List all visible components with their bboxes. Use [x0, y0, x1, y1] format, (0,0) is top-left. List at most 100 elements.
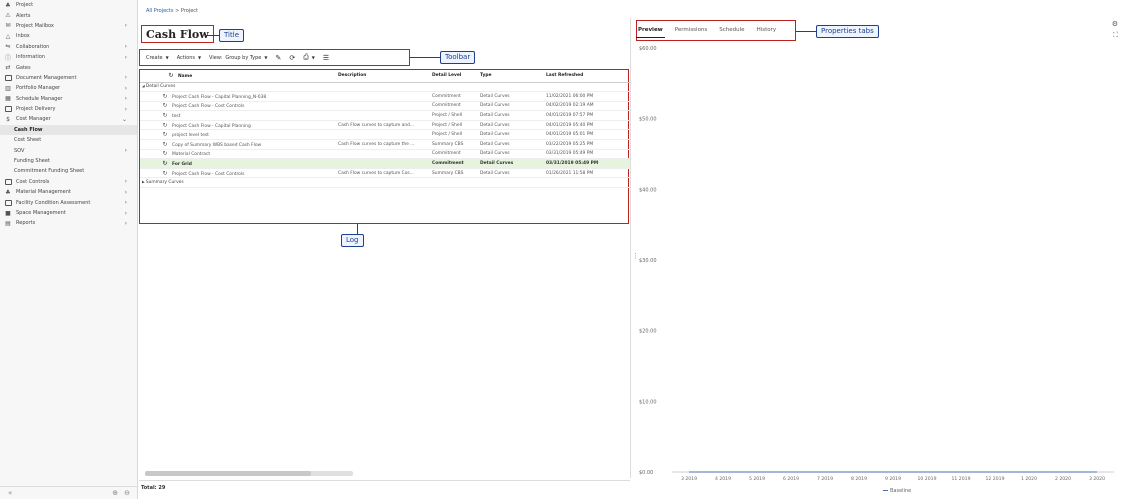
chevron-down-icon[interactable]: ⌄	[122, 116, 127, 123]
chevron-right-icon[interactable]: ›	[125, 54, 127, 61]
group-row-detail-curves[interactable]: ◢ Detail Curves	[140, 82, 630, 93]
row-select-cell[interactable]	[140, 168, 158, 179]
chevron-right-icon[interactable]: ›	[125, 189, 127, 196]
sidebar-item-project-mailbox[interactable]: ✉ Project Mailbox ›	[0, 21, 137, 31]
cell-name[interactable]: ↻ Project Cash Flow - Capital Planning_N-…	[158, 91, 336, 102]
tab-history[interactable]: History	[755, 23, 779, 37]
table-row[interactable]: ↻ Project Cash Flow - Cost Controls Commit…	[140, 101, 630, 112]
sidebar-item-reports[interactable]: ▤ Reports ›	[0, 218, 137, 228]
cell-name[interactable]: ↻ Project Cash Flow - Capital Planning	[158, 120, 336, 131]
sidebar-item-label: Information	[16, 54, 45, 61]
chevron-right-icon[interactable]: ›	[125, 106, 127, 113]
sidebar-item-sov[interactable]: SOV ›	[0, 145, 137, 155]
filter-list-icon[interactable]: ☰	[323, 54, 329, 62]
table-row[interactable]: ↻ For Grid Commitment Detail Curves 03/31/20…	[140, 158, 630, 169]
zoom-out-icon[interactable]: ⊖	[124, 489, 130, 497]
header-description[interactable]: Description	[336, 70, 430, 83]
sidebar-item-project[interactable]: ♣ Project	[0, 0, 137, 10]
scrollbar-thumb[interactable]	[145, 471, 312, 476]
sidebar-item-information[interactable]: ⓘ Information ›	[0, 52, 137, 62]
header-type[interactable]: Type	[478, 70, 544, 83]
view-selector[interactable]: View: Group by Type ▼	[209, 55, 267, 61]
chevron-right-icon[interactable]: ›	[125, 95, 127, 102]
sidebar-item-gates[interactable]: ⇄ Gates	[0, 62, 137, 72]
cell-name[interactable]: ↻ project level test	[158, 129, 336, 141]
chevron-right-icon[interactable]: ›	[125, 210, 127, 217]
sidebar-item-facility-condition-assessment[interactable]: Facility Condition Assessment ›	[0, 197, 137, 207]
edit-pencil-icon[interactable]: ✎	[275, 54, 281, 62]
cell-name[interactable]: ↻ Project Cash Flow - Cost Controls	[158, 101, 336, 112]
header-name[interactable]: ↻ Name	[158, 70, 336, 83]
toolbar: Create ▼ Actions ▼ View: Group by Type ▼…	[139, 49, 410, 66]
row-select-cell[interactable]	[140, 129, 158, 141]
chevron-right-icon[interactable]: ›	[125, 147, 127, 154]
cell-name[interactable]: ↻ Copy of Summary WBS based Cash Flow	[158, 139, 336, 150]
table-row[interactable]: ↻ Project Cash Flow - Cost Controls Cash F…	[140, 168, 630, 179]
chevron-right-icon[interactable]: ›	[125, 22, 127, 29]
row-select-cell[interactable]	[140, 149, 158, 160]
sidebar-item-portfolio-manager[interactable]: ▥ Portfolio Manager ›	[0, 83, 137, 93]
expand-icon[interactable]: ⛶	[1112, 31, 1118, 40]
row-select-cell[interactable]	[140, 158, 158, 169]
sidebar-item-funding-sheet[interactable]: Funding Sheet	[0, 156, 137, 166]
chevron-right-icon[interactable]: ›	[125, 74, 127, 81]
breadcrumb-all-projects[interactable]: All Projects	[146, 8, 174, 14]
table-row[interactable]: ↻ Project Cash Flow - Capital Planning Cas…	[140, 120, 630, 131]
refresh-icon[interactable]: ⟳	[289, 54, 295, 62]
row-select-cell[interactable]	[140, 139, 158, 150]
sidebar-item-cost-sheet[interactable]: Cost Sheet	[0, 135, 137, 145]
row-select-cell[interactable]	[140, 120, 158, 131]
row-select-cell[interactable]	[140, 91, 158, 102]
sidebar-item-material-management[interactable]: ♣ Material Management ›	[0, 187, 137, 197]
collapse-sidebar-icon[interactable]: «	[8, 489, 12, 497]
cell-name[interactable]: ↻ For Grid	[158, 158, 336, 169]
cell-name[interactable]: ↻ Material Contract	[158, 149, 336, 160]
sidebar-item-space-management[interactable]: ■ Space Management ›	[0, 208, 137, 218]
cell-name[interactable]: ↻ test	[158, 110, 336, 121]
create-menu-button[interactable]: Create ▼	[146, 55, 169, 61]
group-row-summary-curves[interactable]: ▶ Summary Curves	[140, 177, 630, 189]
sidebar-item-document-management[interactable]: Document Management ›	[0, 73, 137, 83]
table-row[interactable]: ↻ Project Cash Flow - Capital Planning_N-…	[140, 91, 630, 102]
cell-last-refreshed: 04/01/2019 07:57 PM	[544, 110, 630, 121]
sidebar-item-cash-flow[interactable]: Cash Flow	[0, 124, 137, 136]
callout-connector	[410, 57, 440, 58]
sidebar-item-inbox[interactable]: △ Inbox	[0, 31, 137, 41]
sidebar-item-commitment-funding-sheet[interactable]: Commitment Funding Sheet	[0, 166, 137, 176]
x-tick-label: 10 2019	[918, 476, 937, 482]
row-select-cell[interactable]	[140, 110, 158, 121]
zoom-in-icon[interactable]: ⊕	[112, 489, 118, 497]
table-row[interactable]: ↻ Copy of Summary WBS based Cash Flow Cash…	[140, 139, 630, 150]
folder-icon	[4, 199, 12, 206]
chevron-right-icon[interactable]: ›	[125, 220, 127, 227]
sidebar-item-label: Collaboration	[16, 43, 50, 50]
header-last-refreshed[interactable]: Last Refreshed	[544, 70, 630, 83]
print-menu-button[interactable]: ⎙ ▼	[303, 53, 315, 62]
actions-menu-button[interactable]: Actions ▼	[177, 55, 201, 61]
cell-name[interactable]: ↻ Project Cash Flow - Cost Controls	[158, 168, 336, 179]
sidebar-item-project-delivery[interactable]: Project Delivery ›	[0, 104, 137, 114]
chevron-right-icon[interactable]: ›	[125, 199, 127, 206]
table-row[interactable]: ↻ project level test Project / Shell Detail…	[140, 129, 630, 141]
panel-splitter[interactable]	[630, 18, 631, 478]
header-detail-level[interactable]: Detail Level	[430, 70, 478, 83]
chevron-right-icon[interactable]: ›	[125, 178, 127, 185]
tab-preview[interactable]: Preview	[636, 23, 665, 38]
cell-detail-level: Project / Shell	[430, 129, 478, 141]
tab-schedule[interactable]: Schedule	[717, 23, 746, 37]
settings-gear-icon[interactable]: ⚙	[1112, 20, 1118, 28]
sidebar-item-label: Space Management	[16, 210, 66, 216]
row-select-cell[interactable]	[140, 101, 158, 112]
sidebar-item-schedule-manager[interactable]: ▦ Schedule Manager ›	[0, 94, 137, 104]
chevron-right-icon[interactable]: ›	[125, 85, 127, 92]
sidebar-item-cost-manager[interactable]: $ Cost Manager ⌄	[0, 114, 137, 124]
table-row[interactable]: ↻ Material Contract Commitment Detail Curve…	[140, 149, 630, 160]
sidebar-item-alerts[interactable]: ⚠ Alerts	[0, 10, 137, 20]
chevron-right-icon[interactable]: ›	[125, 43, 127, 50]
sidebar-item-cost-controls[interactable]: Cost Controls ›	[0, 177, 137, 187]
sidebar-item-collaboration[interactable]: ⇋ Collaboration ›	[0, 42, 137, 52]
view-label: View:	[209, 54, 223, 61]
tab-permissions[interactable]: Permissions	[673, 23, 710, 37]
horizontal-scrollbar[interactable]	[145, 471, 353, 476]
table-row[interactable]: ↻ test Project / Shell Detail Curves 04/01/2…	[140, 110, 630, 121]
